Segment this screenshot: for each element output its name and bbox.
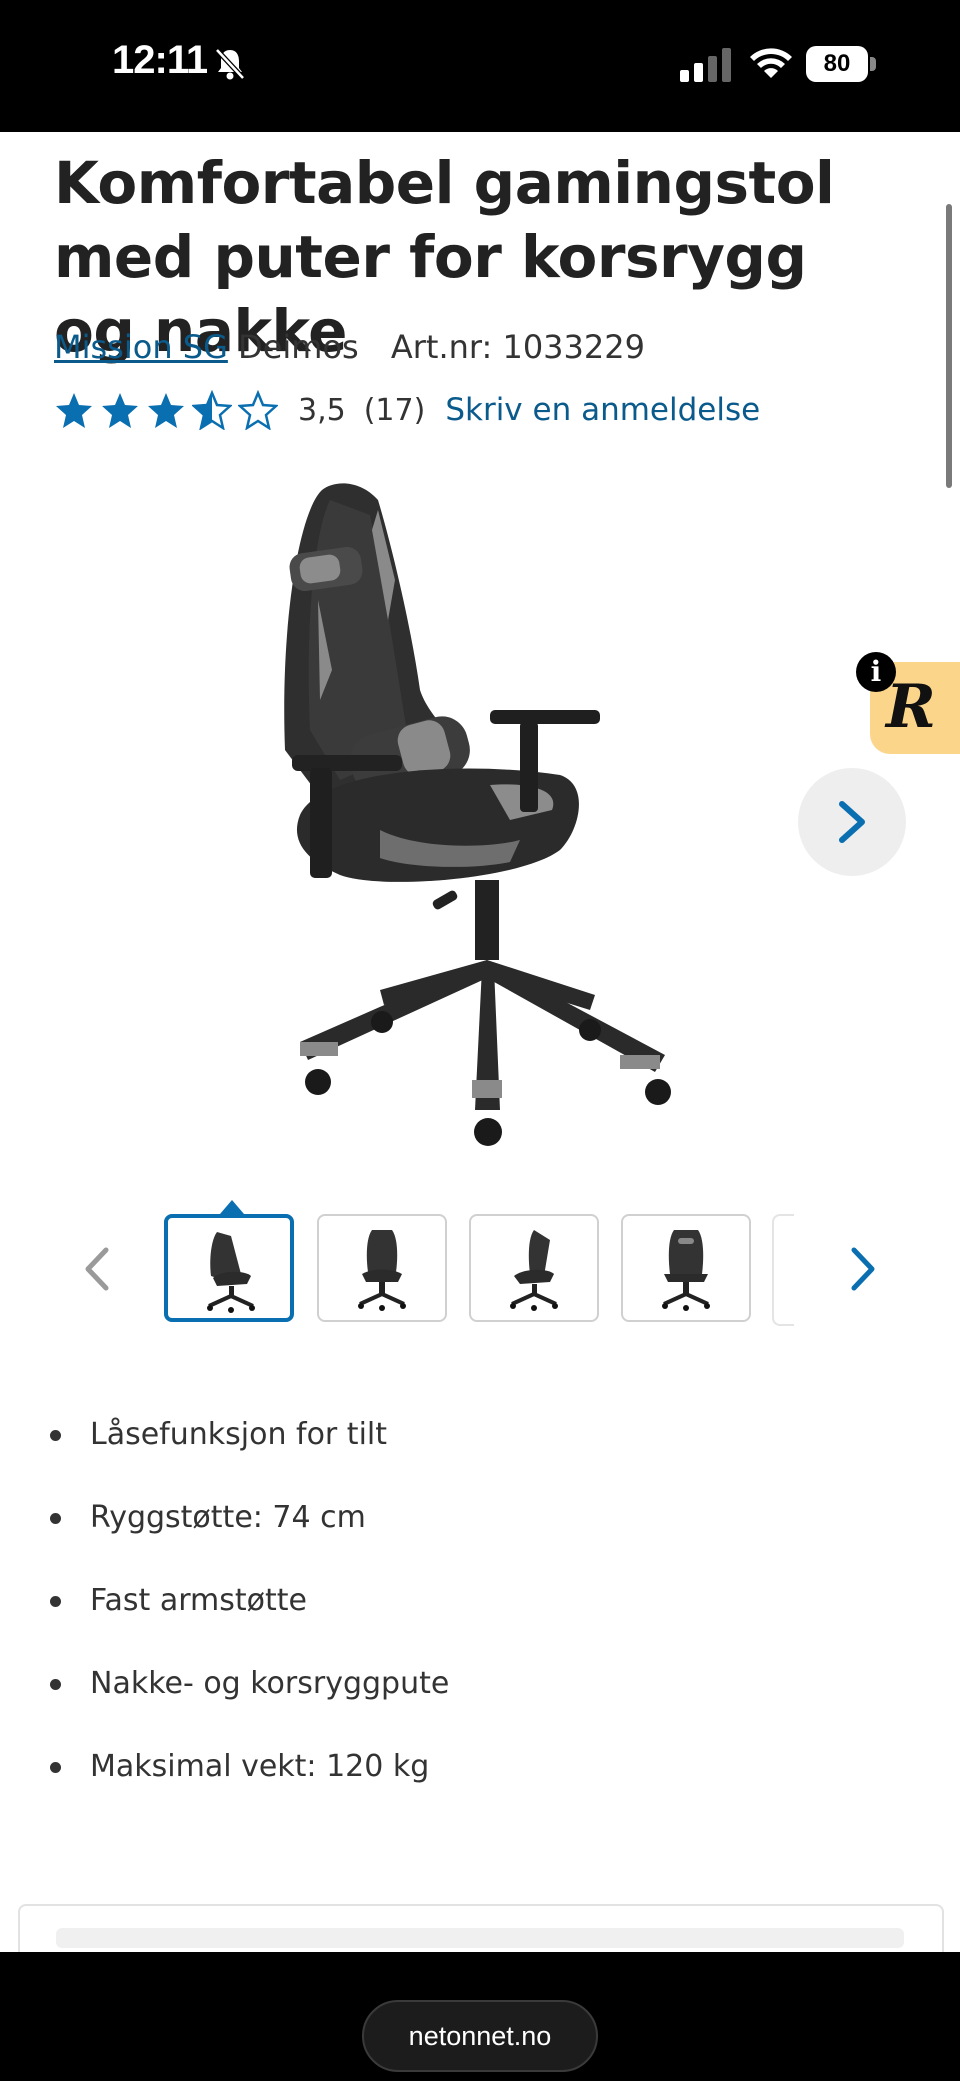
rating-stars[interactable] <box>54 390 278 430</box>
star-half-icon <box>192 390 232 430</box>
chair-thumbnail-image <box>207 1232 255 1313</box>
feature-item: Ryggstøtte: 74 cm <box>50 1493 449 1576</box>
address-bar[interactable]: netonnet.no <box>362 2000 598 2072</box>
page-scrollbar[interactable] <box>946 204 952 488</box>
feature-item: Låsefunksjon for tilt <box>50 1410 449 1493</box>
chair-thumbnail-image <box>662 1230 710 1311</box>
widget-letter: R <box>886 672 936 742</box>
gallery-next-button[interactable] <box>798 768 906 876</box>
write-review-link[interactable]: Skriv en anmeldelse <box>445 392 760 428</box>
battery-icon: 80 <box>806 46 876 82</box>
info-icon[interactable]: i <box>856 652 896 692</box>
star-full-icon <box>56 393 92 428</box>
battery-level: 80 <box>806 46 868 82</box>
thumbnail-5-partial[interactable] <box>772 1214 794 1326</box>
status-bar: 12:11 80 <box>0 0 960 132</box>
feature-item: Maksimal vekt: 120 kg <box>50 1742 449 1825</box>
brand-link[interactable]: Mission SG <box>54 328 228 366</box>
feature-list: Låsefunksjon for tilt Ryggstøtte: 74 cm … <box>50 1410 449 1825</box>
active-thumbnail-indicator <box>220 1200 244 1214</box>
feature-item: Nakke- og korsryggpute <box>50 1659 449 1742</box>
star-full-icon <box>102 393 138 428</box>
wifi-icon <box>750 48 792 78</box>
thumbnails-prev-button[interactable] <box>80 1244 114 1294</box>
card-placeholder-bar <box>56 1928 904 1948</box>
chevron-right-icon <box>839 801 865 843</box>
chair-thumbnail-image <box>510 1230 558 1311</box>
model-name: Deimos <box>238 328 359 366</box>
rating-row: 3,5 (17) Skriv en anmeldelse <box>54 388 760 432</box>
feature-item: Fast armstøtte <box>50 1576 449 1659</box>
cellular-signal-icon <box>680 48 731 82</box>
thumbnail-1[interactable] <box>164 1214 294 1322</box>
rating-value: 3,5 <box>298 392 346 428</box>
thumbnail-3[interactable] <box>469 1214 599 1322</box>
thumbnail-4[interactable] <box>621 1214 751 1322</box>
clock: 12:11 <box>112 38 208 82</box>
product-main-image[interactable] <box>260 470 700 1170</box>
star-full-icon <box>148 393 184 428</box>
bell-muted-icon <box>215 48 245 80</box>
thumbnails-next-button[interactable] <box>846 1244 880 1294</box>
chair-thumbnail-image <box>358 1230 406 1311</box>
star-empty-icon <box>238 390 278 430</box>
thumbnail-2[interactable] <box>317 1214 447 1322</box>
rating-count: (17) <box>363 392 426 428</box>
product-meta: Mission SG Deimos Art.nr: 1033229 <box>54 328 645 366</box>
article-number: Art.nr: 1033229 <box>390 328 645 366</box>
